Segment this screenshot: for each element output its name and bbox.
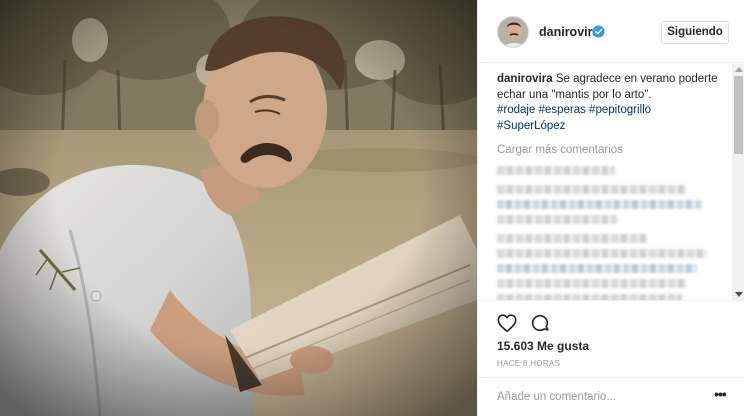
scroll-up-arrow-icon[interactable] bbox=[735, 67, 743, 72]
blurred-comment bbox=[497, 234, 731, 300]
blurred-comment bbox=[497, 185, 731, 224]
post-details-panel: danirovira Siguiendo danirovira Se agrad… bbox=[477, 0, 744, 416]
blurred-comment bbox=[497, 166, 731, 175]
more-options-icon[interactable]: ••• bbox=[714, 387, 730, 405]
heart-icon[interactable] bbox=[496, 312, 518, 334]
username-link[interactable]: danirovira bbox=[539, 25, 599, 39]
avatar[interactable] bbox=[497, 16, 529, 48]
post-actions: 15.603 Me gusta HACE 8 HORAS bbox=[478, 300, 744, 384]
caption-hashtags[interactable]: #rodaje #esperas #pepitogrillo #SuperLóp… bbox=[497, 104, 651, 132]
load-more-comments-button[interactable]: Cargar más comentarios bbox=[497, 144, 731, 156]
add-comment-bar: ••• bbox=[478, 377, 744, 416]
comments-scrollbar[interactable] bbox=[732, 64, 744, 300]
following-button[interactable]: Siguiendo bbox=[661, 21, 729, 44]
verified-badge-icon bbox=[592, 25, 605, 38]
comments-list: danirovira Se agradece en verano poderte… bbox=[478, 64, 731, 300]
comment-bubble-icon[interactable] bbox=[529, 312, 551, 334]
likes-count[interactable]: 15.603 Me gusta bbox=[497, 339, 589, 353]
scrollbar-thumb[interactable] bbox=[734, 76, 743, 154]
add-comment-input[interactable] bbox=[497, 387, 697, 407]
post-timestamp[interactable]: HACE 8 HORAS bbox=[497, 359, 560, 368]
post-header: danirovira Siguiendo bbox=[478, 0, 744, 63]
caption-username[interactable]: danirovira bbox=[497, 73, 553, 85]
avatar-image bbox=[498, 17, 528, 47]
post-caption: danirovira Se agradece en verano poderte… bbox=[497, 72, 722, 134]
scroll-down-arrow-icon[interactable] bbox=[735, 292, 743, 297]
post-photo[interactable] bbox=[0, 0, 477, 416]
photo-scene bbox=[0, 0, 477, 416]
